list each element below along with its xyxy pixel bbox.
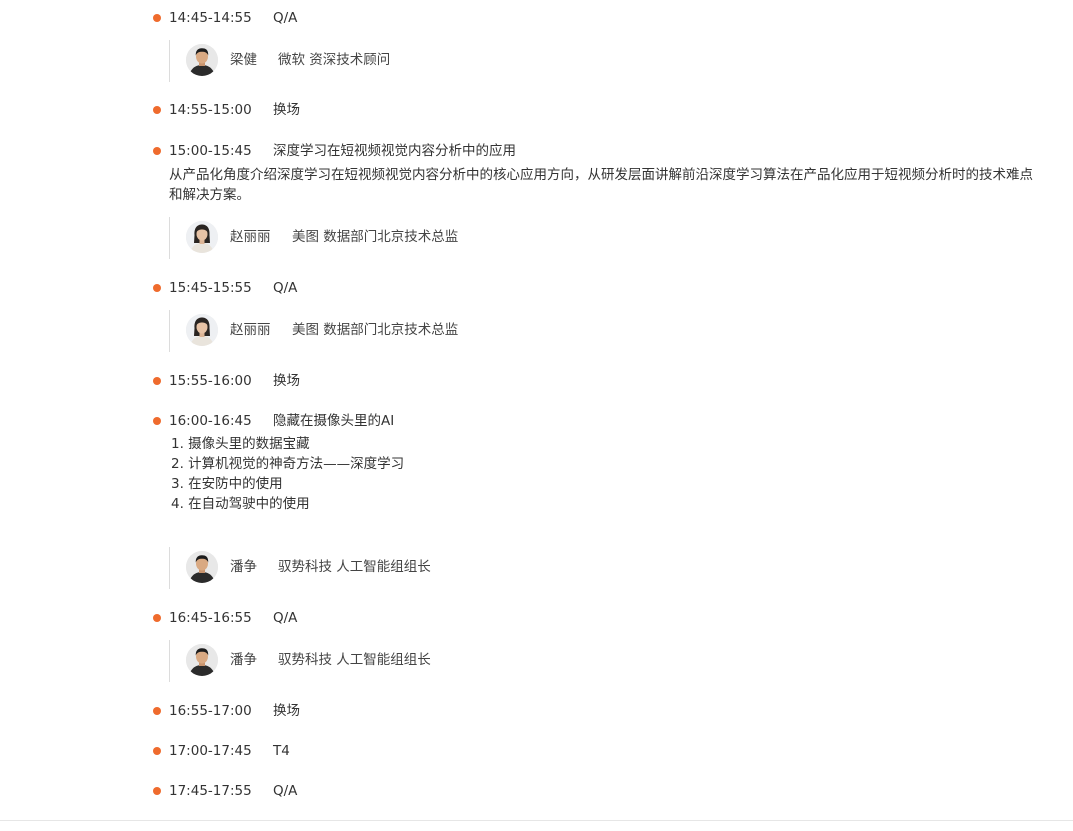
speaker-block: 梁健 微软 资深技术顾问 — [169, 40, 570, 82]
session-time: 14:55-15:00 — [169, 102, 252, 118]
session-description: 从产品化角度介绍深度学习在短视频视觉内容分析中的核心应用方向，从研发层面讲解前沿… — [169, 165, 1069, 205]
speaker-name: 潘争 — [230, 652, 257, 668]
speaker-name: 潘争 — [230, 559, 257, 575]
speaker-name: 梁健 — [230, 52, 257, 68]
session-title: 深度学习在短视频视觉内容分析中的应用 — [273, 143, 516, 159]
speaker-block: 赵丽丽 美图 数据部门北京技术总监 — [169, 217, 570, 259]
description-line: 和解决方案。 — [169, 187, 250, 203]
bullet-dot-icon — [153, 787, 161, 795]
topic-list-item: 3. 在安防中的使用 — [171, 476, 283, 492]
bullet-dot-icon — [153, 106, 161, 114]
session-time: 14:45-14:55 — [169, 10, 252, 26]
male-avatar — [186, 551, 218, 583]
session-time: 16:55-17:00 — [169, 703, 252, 719]
session-title: T4 — [273, 743, 290, 759]
bullet-dot-icon — [153, 284, 161, 292]
session-title: 换场 — [273, 703, 300, 719]
speaker-org: 美图 数据部门北京技术总监 — [292, 322, 459, 338]
topic-list-item: 2. 计算机视觉的神奇方法——深度学习 — [171, 456, 405, 472]
speaker-block: 赵丽丽 美图 数据部门北京技术总监 — [169, 310, 570, 352]
female-avatar — [186, 314, 218, 346]
session-title: Q/A — [273, 610, 298, 626]
bullet-dot-icon — [153, 707, 161, 715]
session-title: Q/A — [273, 280, 298, 296]
session-time: 16:45-16:55 — [169, 610, 252, 626]
session-time: 15:45-15:55 — [169, 280, 252, 296]
session-title: 换场 — [273, 373, 300, 389]
speaker-org: 驭势科技 人工智能组组长 — [278, 559, 431, 575]
topic-list-item: 4. 在自动驾驶中的使用 — [171, 496, 310, 512]
bullet-dot-icon — [153, 147, 161, 155]
bottom-divider — [0, 820, 1073, 821]
session-title: Q/A — [273, 10, 298, 26]
description-line: 从产品化角度介绍深度学习在短视频视觉内容分析中的核心应用方向，从研发层面讲解前沿… — [169, 167, 1033, 183]
speaker-org: 驭势科技 人工智能组组长 — [278, 652, 431, 668]
male-avatar — [186, 644, 218, 676]
speaker-org: 美图 数据部门北京技术总监 — [292, 229, 459, 245]
session-time: 17:00-17:45 — [169, 743, 252, 759]
speaker-block: 潘争 驭势科技 人工智能组组长 — [169, 547, 570, 589]
session-title: Q/A — [273, 783, 298, 799]
session-time: 16:00-16:45 — [169, 413, 252, 429]
speaker-name: 赵丽丽 — [230, 229, 271, 245]
session-title: 隐藏在摄像头里的AI — [273, 413, 395, 429]
speaker-block: 潘争 驭势科技 人工智能组组长 — [169, 640, 570, 682]
male-avatar — [186, 44, 218, 76]
session-time: 17:45-17:55 — [169, 783, 252, 799]
session-time: 15:55-16:00 — [169, 373, 252, 389]
session-time: 15:00-15:45 — [169, 143, 252, 159]
bullet-dot-icon — [153, 417, 161, 425]
bullet-dot-icon — [153, 747, 161, 755]
bullet-dot-icon — [153, 14, 161, 22]
female-avatar — [186, 221, 218, 253]
session-title: 换场 — [273, 102, 300, 118]
topic-list-item: 1. 摄像头里的数据宝藏 — [171, 436, 310, 452]
bullet-dot-icon — [153, 614, 161, 622]
bullet-dot-icon — [153, 377, 161, 385]
speaker-org: 微软 资深技术顾问 — [278, 52, 391, 68]
speaker-name: 赵丽丽 — [230, 322, 271, 338]
